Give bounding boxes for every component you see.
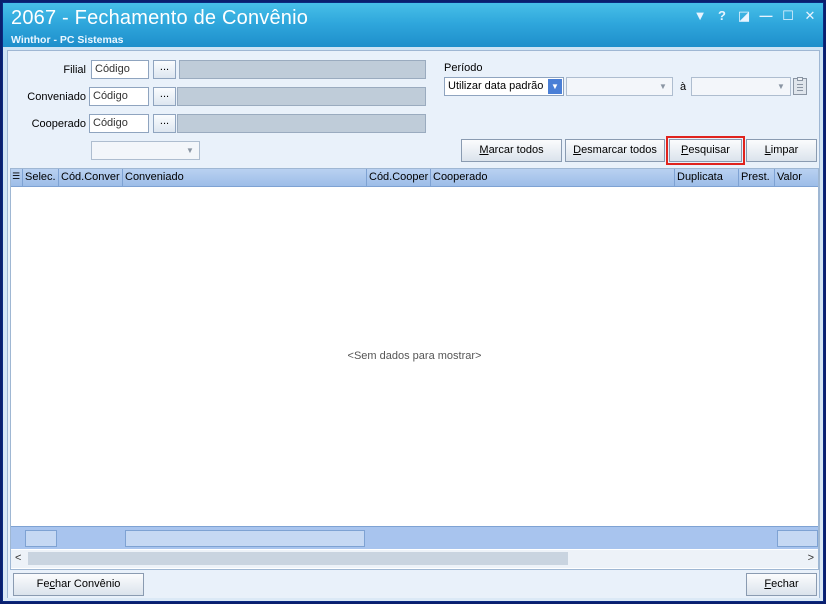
- column-header-prest[interactable]: Prest.: [739, 169, 775, 187]
- column-header-duplicata[interactable]: Duplicata: [675, 169, 739, 187]
- periodo-select-value: Utilizar data padrão: [448, 80, 544, 92]
- marcar-todos-label-post: arcar todos: [488, 144, 544, 156]
- desmarcar-todos-button[interactable]: Desmarcar todos: [565, 139, 665, 162]
- scroll-right-icon[interactable]: >: [808, 552, 814, 564]
- chevron-down-icon: ▼: [548, 79, 562, 94]
- conveniado-description-field: [177, 87, 426, 106]
- limpar-button[interactable]: Limpar: [746, 139, 817, 162]
- results-grid[interactable]: ☰ Selec. Cód.Conver Conveniado Cód.Coope…: [10, 168, 819, 570]
- help-icon[interactable]: ?: [715, 9, 729, 23]
- limpar-label-post: impar: [770, 144, 799, 156]
- window-subtitle: Winthor - PC Sistemas: [11, 34, 124, 46]
- dropdown-menu-icon[interactable]: ▼: [693, 9, 707, 23]
- cooperado-code-input[interactable]: Código: [89, 114, 149, 133]
- bottom-bar: Fechar Convênio Fechar: [8, 570, 819, 598]
- ate-label: à: [680, 81, 687, 93]
- fechar-label-post: echar: [771, 578, 799, 590]
- data-inicio-field[interactable]: ▼: [566, 77, 673, 96]
- column-header-conveniado[interactable]: Conveniado: [123, 169, 367, 187]
- chevron-down-icon: ▼: [659, 82, 667, 91]
- fechar-convenio-label-post: har Convênio: [54, 578, 121, 590]
- filial-lookup-button[interactable]: ...: [153, 60, 176, 79]
- window-controls: ▼ ? ◪ — ☐ ✕: [693, 9, 817, 23]
- conveniado-label: Conveniado: [27, 91, 86, 103]
- periodo-select[interactable]: Utilizar data padrão ▼: [444, 77, 564, 96]
- column-header-selec[interactable]: Selec.: [23, 169, 59, 187]
- footer-cell-conveniado: [125, 530, 365, 547]
- grid-header: ☰ Selec. Cód.Conver Conveniado Cód.Coope…: [11, 169, 818, 187]
- pesquisar-label-post: esquisar: [688, 144, 730, 156]
- client-area: Filial Código ... Conveniado Código ... …: [7, 50, 820, 598]
- close-icon[interactable]: ✕: [803, 9, 817, 23]
- desmarcar-todos-accel: D: [573, 144, 582, 156]
- footer-cell-valor: [777, 530, 818, 547]
- maximize-icon[interactable]: ☐: [781, 9, 795, 23]
- empty-grid-message: <Sem dados para mostrar>: [347, 350, 482, 362]
- periodo-label: Período: [444, 62, 483, 74]
- footer-cell-selec: [25, 530, 57, 547]
- cooperado-lookup-button[interactable]: ...: [153, 114, 176, 133]
- pesquisar-button[interactable]: Pesquisar: [666, 136, 745, 165]
- column-header-cod-conver[interactable]: Cód.Conver: [59, 169, 123, 187]
- horizontal-scrollbar[interactable]: < >: [11, 550, 818, 568]
- cooperado-description-field: [177, 114, 426, 133]
- conveniado-code-input[interactable]: Código: [89, 87, 149, 106]
- minimize-icon[interactable]: —: [759, 9, 773, 23]
- column-chooser-icon[interactable]: ☰: [11, 169, 23, 187]
- column-header-cooperado[interactable]: Cooperado: [431, 169, 675, 187]
- conveniado-lookup-button[interactable]: ...: [153, 87, 176, 106]
- restore-icon[interactable]: ◪: [737, 9, 751, 23]
- fechar-button[interactable]: Fechar: [746, 573, 817, 596]
- column-header-cod-cooper[interactable]: Cód.Cooper: [367, 169, 431, 187]
- filial-description-field: [179, 60, 426, 79]
- data-fim-field[interactable]: ▼: [691, 77, 791, 96]
- clipboard-icon[interactable]: [793, 77, 807, 95]
- filial-code-input[interactable]: Código: [91, 60, 149, 79]
- chevron-down-icon: ▼: [777, 82, 785, 91]
- scrollbar-thumb[interactable]: [28, 552, 568, 565]
- marcar-todos-button[interactable]: Marcar todos: [461, 139, 562, 162]
- grid-summary-footer: [11, 526, 818, 549]
- title-bar: 2067 - Fechamento de Convênio Winthor - …: [3, 3, 823, 49]
- column-header-valor[interactable]: Valor: [775, 169, 818, 187]
- filial-label: Filial: [63, 64, 86, 76]
- window-title: 2067 - Fechamento de Convênio: [11, 7, 309, 29]
- fechar-convenio-label-pre: Fe: [36, 578, 50, 590]
- filter-panel: Filial Código ... Conveniado Código ... …: [8, 51, 819, 166]
- cooperado-label: Cooperado: [31, 118, 86, 130]
- chevron-down-icon: ▼: [186, 146, 194, 155]
- extra-filter-select[interactable]: ▼: [91, 141, 200, 160]
- scroll-left-icon[interactable]: <: [15, 552, 21, 564]
- marcar-todos-accel: M: [479, 144, 489, 156]
- desmarcar-todos-label-post: esmarcar todos: [581, 144, 657, 156]
- app-window: 2067 - Fechamento de Convênio Winthor - …: [2, 2, 824, 602]
- fechar-convenio-button[interactable]: Fechar Convênio: [13, 573, 144, 596]
